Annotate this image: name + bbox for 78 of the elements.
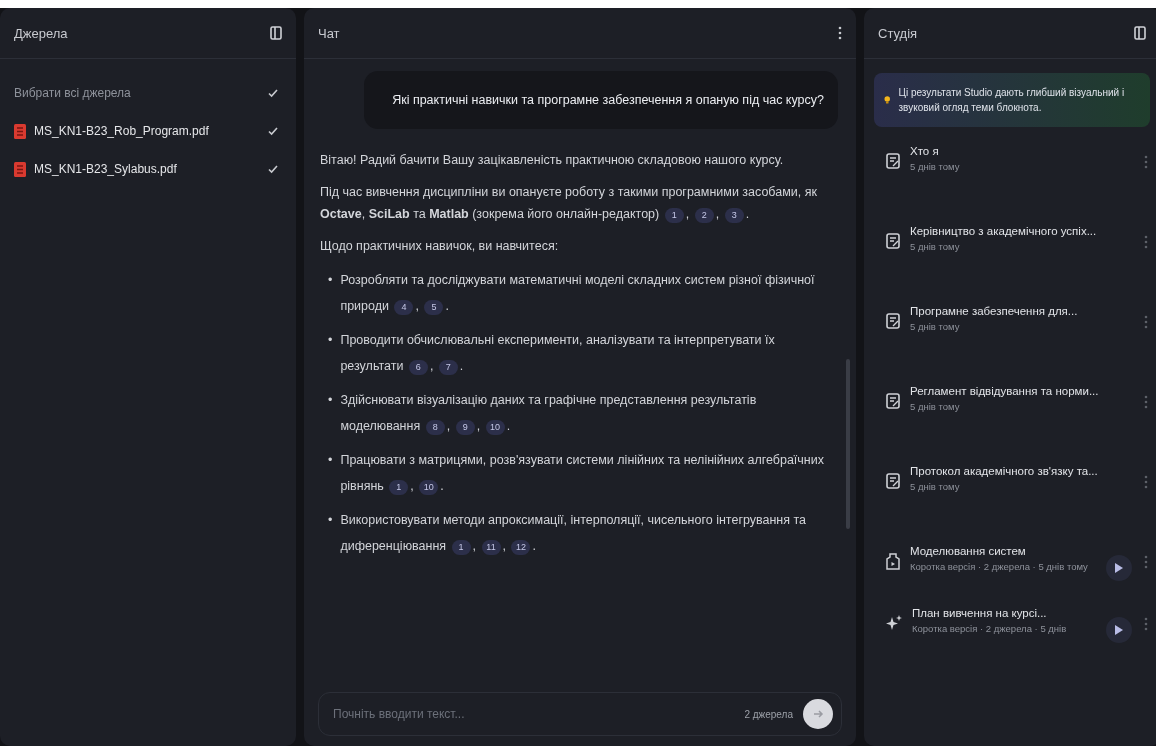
studio-item-meta: Коротка версія · 2 джерела · 5 днів тому (910, 560, 1089, 573)
citation-chip[interactable]: 4 (394, 300, 414, 315)
answer-bullet: Використовувати методи апроксимації, інтерполяції, чисельного інтегрування та диференціювання 1 , 11 , 12 . (340, 512, 808, 557)
note-icon (886, 153, 900, 169)
citation-chip[interactable]: 7 (438, 360, 458, 375)
checkmark-icon (267, 87, 279, 99)
send-button[interactable] (803, 699, 833, 729)
citation-chip[interactable]: 9 (455, 420, 475, 435)
citation-chip[interactable]: 3 (724, 208, 744, 223)
citation-chip[interactable]: 12 (511, 540, 531, 555)
answer-paragraph: Вітаю! Радий бачити Вашу зацікавленість практичною складовою нашого курсу. (320, 152, 785, 169)
studio-item-title[interactable]: Протокол академічного зв'язку та... (910, 465, 1132, 477)
note-icon (886, 233, 900, 249)
pdf-icon (14, 123, 26, 139)
citation-chip[interactable]: 10 (485, 420, 505, 435)
answer-paragraph: Щодо практичних навичок, ви навчитеся: (320, 238, 560, 255)
chat-input-field[interactable]: Почніть вводити текст... 2 джерела (318, 692, 842, 736)
bullet-marker: • (328, 332, 333, 349)
citation-chip[interactable]: 2 (694, 208, 714, 223)
studio-item-meta: 5 днів тому (910, 400, 961, 413)
select-all-label: Вибрати всі джерела (14, 86, 132, 100)
studio-item-meta: Коротка версія · 2 джерела · 5 днів (912, 622, 1068, 635)
scrollbar-thumb[interactable] (846, 359, 850, 529)
citation-chip[interactable]: 1 (664, 208, 684, 223)
studio-item-title[interactable]: Керівництво з академічного успіх... (910, 225, 1132, 237)
answer-bullet: Здійснювати візуалізацію даних та графічне представлення результатів моделювання 8 , 9 , 10 . (340, 392, 758, 437)
studio-item-title[interactable]: Моделювання систем (910, 545, 1096, 557)
citation-chip[interactable]: 6 (408, 360, 428, 375)
sparkle-icon (886, 615, 902, 631)
panel-toggle-icon (270, 26, 282, 40)
answer-bullet: Розробляти та досліджувати математичні моделі складних систем різної фізичної природи 4 , 5 . (340, 272, 816, 317)
message-input[interactable]: Почніть вводити текст... (331, 706, 735, 722)
checkmark-icon (267, 163, 279, 175)
panel-title: Чат (318, 25, 340, 41)
studio-item-title[interactable]: Програмне забезпечення для... (910, 305, 1132, 317)
studio-item-meta: 5 днів тому (910, 160, 961, 173)
citation-chip[interactable]: 10 (419, 480, 439, 495)
citation-chip[interactable]: 1 (389, 480, 409, 495)
arrow-icon (812, 708, 824, 720)
bullet-marker: • (328, 512, 333, 529)
bullet-marker: • (328, 452, 333, 469)
source-count: 2 джерела (744, 708, 793, 720)
answer-bullet: Працювати з матрицями, розв'язувати системи лінійних та нелінійних алгебраїчних рівнянь 1 , 10 . (340, 452, 825, 497)
answer-paragraph: Під час вивчення дисципліни ви опануєте роботу з такими програмними засобами, як Octave, SciLab та Matlab (зокрема його онлайн-редактор) 1 , 2 , 3 . (320, 184, 818, 225)
user-message: Які практичні навички та програмне забезпечення я опаную під час курсу? (364, 71, 838, 129)
banner-text: Ці результати Studio дають глибший візуальний і звуковий огляд теми блокнота. (898, 86, 1126, 115)
note-icon (886, 393, 900, 409)
answer-bullet: Проводити обчислювальні експерименти, аналізувати та інтерпретувати їх результати 6 , 7 . (340, 332, 776, 377)
play-icon (1115, 563, 1123, 573)
play-button[interactable] (1106, 617, 1132, 643)
studio-item-title[interactable]: Регламент відвідування та норми... (910, 385, 1132, 397)
play-button[interactable] (1106, 555, 1132, 581)
note-icon (886, 313, 900, 329)
pdf-icon (14, 161, 26, 177)
source-name[interactable]: MS_KN1-B23_Rob_Program.pdf (34, 124, 256, 138)
collapse-button[interactable] (1132, 24, 1148, 42)
bullet-marker: • (328, 272, 333, 289)
audio-file-icon (886, 553, 900, 570)
citation-chip[interactable]: 5 (424, 300, 444, 315)
panel-title: Студія (878, 25, 918, 41)
note-icon (886, 473, 900, 489)
checkmark-icon (267, 125, 279, 137)
studio-item-meta: 5 днів тому (910, 480, 961, 493)
studio-item-title[interactable]: План вивчення на курсі... (912, 607, 1096, 619)
collapse-button[interactable] (268, 24, 284, 42)
more-icon[interactable] (836, 24, 844, 42)
citation-chip[interactable]: 8 (425, 420, 445, 435)
studio-item-meta: 5 днів тому (910, 240, 961, 253)
citation-chip[interactable]: 1 (451, 540, 471, 555)
panel-title: Джерела (14, 25, 68, 41)
bullet-marker: • (328, 392, 333, 409)
citation-chip[interactable]: 11 (481, 540, 501, 555)
studio-item-meta: 5 днів тому (910, 320, 961, 333)
source-name[interactable]: MS_KN1-B23_Sylabus.pdf (34, 162, 256, 176)
panel-toggle-icon (1134, 26, 1146, 40)
play-icon (1115, 625, 1123, 635)
lightbulb-icon (884, 94, 891, 106)
studio-item-title[interactable]: Хто я (910, 145, 1132, 157)
